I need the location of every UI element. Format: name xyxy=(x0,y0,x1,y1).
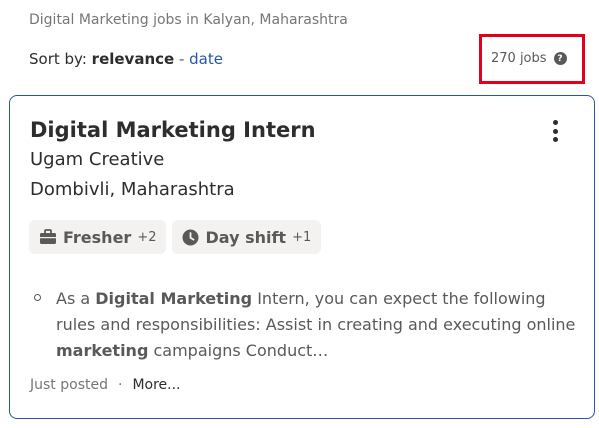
tag-shift[interactable]: Day shift +1 xyxy=(172,220,322,254)
sort-separator: - xyxy=(174,50,190,68)
snippet-keyword: marketing xyxy=(56,341,149,360)
clock-icon xyxy=(182,229,199,246)
tag-extra-count: +2 xyxy=(137,229,157,245)
posted-date: Just posted xyxy=(30,377,108,393)
breadcrumb: Digital Marketing jobs in Kalyan, Mahara… xyxy=(29,12,348,28)
job-title[interactable]: Digital Marketing Intern xyxy=(30,118,316,142)
job-card-footer: Just posted · More... xyxy=(30,377,181,393)
briefcase-icon xyxy=(39,229,57,245)
snippet-text: campaigns Conduct… xyxy=(148,341,329,360)
more-link[interactable]: More... xyxy=(132,377,180,393)
kebab-dot-icon xyxy=(552,137,558,142)
bullet-icon xyxy=(34,294,41,301)
help-icon[interactable]: ? xyxy=(553,52,567,65)
company-name: Ugam Creative xyxy=(30,149,165,170)
sort-date-link[interactable]: date xyxy=(189,50,223,68)
job-count: 270 jobs ? xyxy=(491,51,567,66)
job-snippet: As a Digital Marketing Intern, you can e… xyxy=(56,286,576,364)
job-attribute-tags: Fresher +2 Day shift +1 xyxy=(29,220,322,254)
more-options-button[interactable] xyxy=(545,116,565,146)
snippet-keyword: Digital Marketing xyxy=(95,289,253,308)
kebab-dot-icon xyxy=(552,128,558,134)
footer-separator: · xyxy=(117,377,123,393)
tag-extra-count: +1 xyxy=(292,229,312,245)
sort-label: Sort by: xyxy=(29,50,87,68)
job-location: Dombivli, Maharashtra xyxy=(30,179,235,200)
sort-controls: Sort by: relevance - date xyxy=(29,50,223,68)
kebab-dot-icon xyxy=(552,120,558,125)
job-count-text: 270 jobs xyxy=(491,51,547,66)
tag-label: Day shift xyxy=(205,227,287,247)
snippet-text: As a xyxy=(56,289,96,308)
tag-job-type[interactable]: Fresher +2 xyxy=(29,220,167,254)
tag-label: Fresher xyxy=(63,227,132,247)
job-card[interactable]: Digital Marketing Intern Ugam Creative D… xyxy=(9,95,595,419)
sort-relevance-option[interactable]: relevance xyxy=(92,50,175,68)
